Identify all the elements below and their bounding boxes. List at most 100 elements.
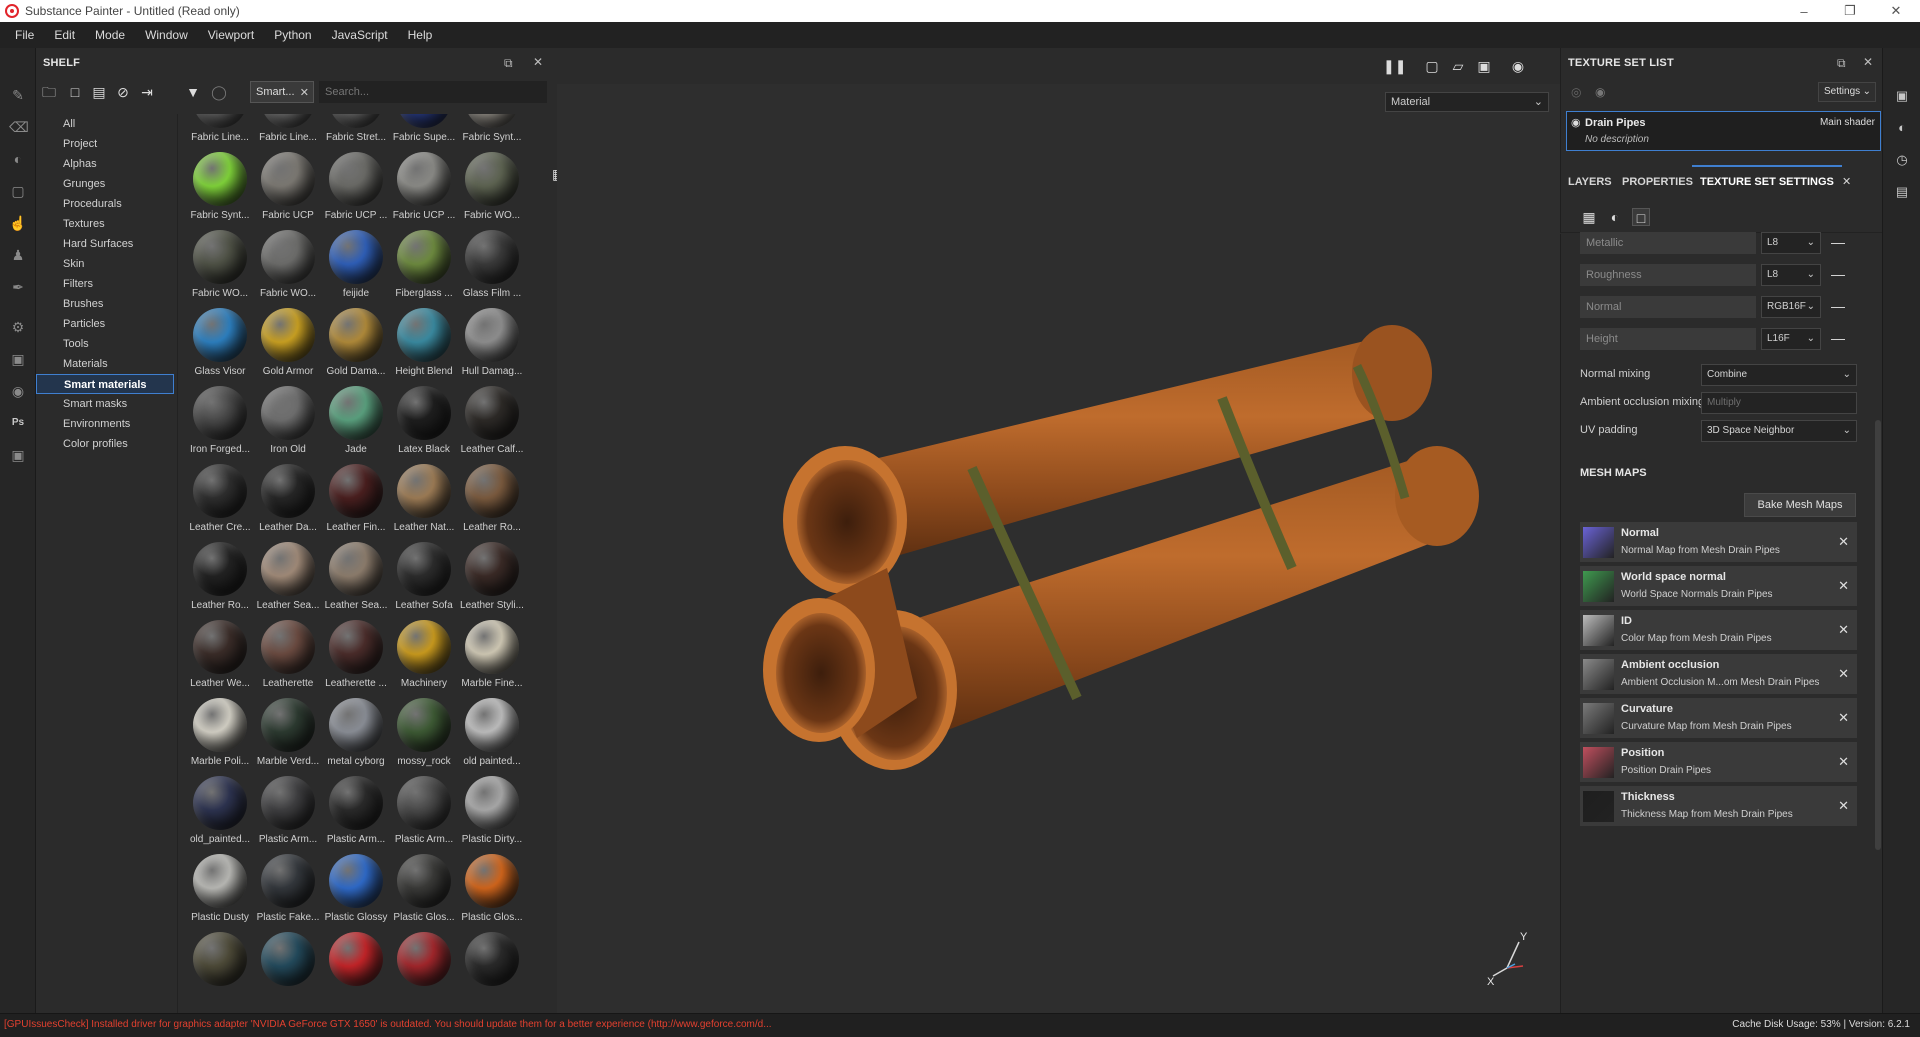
channel-format-select[interactable]: L8 ⌄ — [1761, 264, 1821, 286]
close-tab-icon[interactable]: ✕ — [1842, 175, 1851, 188]
shelf-category-item[interactable]: Procedurals — [36, 194, 177, 214]
material-thumbnail[interactable]: Iron Old — [254, 386, 322, 464]
material-thumbnail[interactable]: Glass Visor — [186, 308, 254, 386]
close-panel-icon[interactable]: ✕ — [1863, 55, 1873, 69]
material-thumbnail[interactable]: Leather We... — [186, 620, 254, 698]
material-thumbnail[interactable]: Leather Sofa — [390, 542, 458, 620]
3d-viewport[interactable]: ❚❚ ▢ ▱ ▣ ◉ Material ⌄ Y X — [557, 48, 1560, 1013]
texture-set-shader[interactable]: Main shader — [1820, 117, 1875, 128]
close-panel-icon[interactable]: ✕ — [533, 55, 543, 69]
normal-mixing-select[interactable]: Combine ⌄ — [1701, 364, 1857, 386]
material-thumbnail[interactable]: mossy_rock — [390, 698, 458, 776]
menu-viewport[interactable]: Viewport — [198, 28, 264, 42]
material-thumbnail[interactable]: Fabric Line... — [186, 114, 254, 152]
mesh-map-slot[interactable]: ID Color Map from Mesh Drain Pipes ✕ — [1580, 610, 1857, 650]
material-thumbnail[interactable]: Jade — [322, 386, 390, 464]
material-thumbnail[interactable]: Plastic Arm... — [322, 776, 390, 854]
color-picker-icon[interactable]: ✒ — [9, 278, 27, 296]
material-thumbnail[interactable]: Plastic Arm... — [390, 776, 458, 854]
shelf-category-item[interactable]: Textures — [36, 214, 177, 234]
material-thumbnail[interactable]: Gold Armor — [254, 308, 322, 386]
filter-tag[interactable]: Smart... ✕ — [250, 81, 314, 103]
clear-mesh-map-icon[interactable]: ✕ — [1838, 578, 1849, 594]
new-file-icon[interactable]: □ — [66, 83, 84, 101]
material-thumbnail[interactable] — [322, 932, 390, 1010]
shelf-category-item[interactable]: Color profiles — [36, 434, 177, 454]
clear-mesh-map-icon[interactable]: ✕ — [1838, 754, 1849, 770]
shelf-category-item[interactable]: Hard Surfaces — [36, 234, 177, 254]
material-thumbnail[interactable] — [390, 932, 458, 1010]
material-thumbnail[interactable]: Fabric Stret... — [322, 114, 390, 152]
material-thumbnail[interactable]: Fabric WO... — [458, 152, 526, 230]
material-thumbnail[interactable]: Leather Da... — [254, 464, 322, 542]
remove-channel-icon[interactable]: — — [1831, 328, 1845, 348]
mesh-map-slot[interactable]: Curvature Curvature Map from Mesh Drain P… — [1580, 698, 1857, 738]
uv-crop-icon[interactable]: □ — [1632, 208, 1650, 226]
shelf-search-input[interactable] — [319, 81, 547, 103]
paint-brush-icon[interactable]: ✎ — [9, 86, 27, 104]
remove-channel-icon[interactable]: — — [1831, 232, 1845, 252]
screenshot-icon[interactable]: ▣ — [9, 446, 27, 464]
material-thumbnail[interactable]: Height Blend — [390, 308, 458, 386]
shelf-category-item[interactable]: Smart materials — [36, 374, 174, 394]
material-thumbnail[interactable]: Hull Damag... — [458, 308, 526, 386]
material-thumbnail[interactable]: Fabric UCP ... — [322, 152, 390, 230]
mesh-map-slot[interactable]: World space normal World Space Normals Dr… — [1580, 566, 1857, 606]
shelf-category-item[interactable]: Tools — [36, 334, 177, 354]
material-thumbnail[interactable]: Fabric Supe... — [390, 114, 458, 152]
sync-icon[interactable]: ◯ — [210, 83, 228, 101]
tab-texture-set-settings[interactable]: TEXTURE SET SETTINGS — [1700, 176, 1834, 188]
record-icon[interactable]: ◉ — [9, 382, 27, 400]
material-thumbnail[interactable] — [458, 932, 526, 1010]
material-thumbnail[interactable]: Leather Ro... — [458, 464, 526, 542]
close-icon[interactable]: ✕ — [1873, 0, 1919, 22]
eraser-icon[interactable]: ⌫ — [9, 118, 29, 136]
visibility-off-icon[interactable]: ◎ — [1571, 85, 1581, 99]
shelf-category-item[interactable]: Brushes — [36, 294, 177, 314]
material-thumbnail[interactable]: Latex Black — [390, 386, 458, 464]
material-thumbnail[interactable]: Plastic Dirty... — [458, 776, 526, 854]
bake-icon[interactable]: ▣ — [9, 350, 27, 368]
tab-layers[interactable]: LAYERS — [1568, 176, 1612, 188]
material-thumbnail[interactable]: Fabric UCP — [254, 152, 322, 230]
shelf-category-item[interactable]: Filters — [36, 274, 177, 294]
shelf-category-item[interactable]: Particles — [36, 314, 177, 334]
texture-set-item[interactable]: ◉ Drain Pipes Main shader No description — [1566, 111, 1881, 151]
material-thumbnail[interactable]: Leather Fin... — [322, 464, 390, 542]
material-thumbnail[interactable]: Fabric Line... — [254, 114, 322, 152]
menu-edit[interactable]: Edit — [44, 28, 85, 42]
material-thumbnail[interactable]: Plastic Glossy — [322, 854, 390, 932]
material-thumbnail[interactable]: Marble Verd... — [254, 698, 322, 776]
material-thumbnail[interactable]: Plastic Glos... — [458, 854, 526, 932]
material-thumbnail[interactable]: Leatherette — [254, 620, 322, 698]
material-thumbnail[interactable]: Machinery — [390, 620, 458, 698]
shelf-category-item[interactable]: Grunges — [36, 174, 177, 194]
material-thumbnail[interactable]: Fabric Synt... — [186, 152, 254, 230]
hide-icon[interactable]: ⊘ — [114, 83, 132, 101]
folder-icon[interactable]: 🗀 — [40, 83, 58, 101]
material-thumbnail[interactable]: Leather Cre... — [186, 464, 254, 542]
material-thumbnail[interactable]: Glass Film ... — [458, 230, 526, 308]
eye-icon[interactable]: ◉ — [1571, 116, 1581, 129]
mesh-map-slot[interactable]: Normal Normal Map from Mesh Drain Pipes ✕ — [1580, 522, 1857, 562]
material-thumbnail[interactable]: feijide — [322, 230, 390, 308]
tab-properties[interactable]: PROPERTIES — [1622, 176, 1693, 188]
material-thumbnail[interactable]: Marble Fine... — [458, 620, 526, 698]
material-sphere-icon[interactable]: ◐ — [1606, 208, 1624, 226]
uv-padding-select[interactable]: 3D Space Neighbor ⌄ — [1701, 420, 1857, 442]
material-thumbnail[interactable]: Fabric WO... — [254, 230, 322, 308]
clone-stamp-icon[interactable]: ♟ — [9, 246, 27, 264]
shelf-category-item[interactable]: Skin — [36, 254, 177, 274]
material-thumbnail[interactable]: Plastic Fake... — [254, 854, 322, 932]
material-thumbnail[interactable]: Plastic Glos... — [390, 854, 458, 932]
menu-javascript[interactable]: JavaScript — [322, 28, 398, 42]
shelf-category-item[interactable]: Environments — [36, 414, 177, 434]
remove-filter-icon[interactable]: ✕ — [300, 86, 309, 99]
mesh-map-slot[interactable]: Thickness Thickness Map from Mesh Drain P… — [1580, 786, 1857, 826]
clear-mesh-map-icon[interactable]: ✕ — [1838, 710, 1849, 726]
float-panel-icon[interactable]: ⧉ — [504, 56, 513, 71]
channel-format-select[interactable]: L16F ⌄ — [1761, 328, 1821, 350]
menu-help[interactable]: Help — [398, 28, 443, 42]
menu-python[interactable]: Python — [264, 28, 321, 42]
material-thumbnail[interactable]: Leather Ro... — [186, 542, 254, 620]
